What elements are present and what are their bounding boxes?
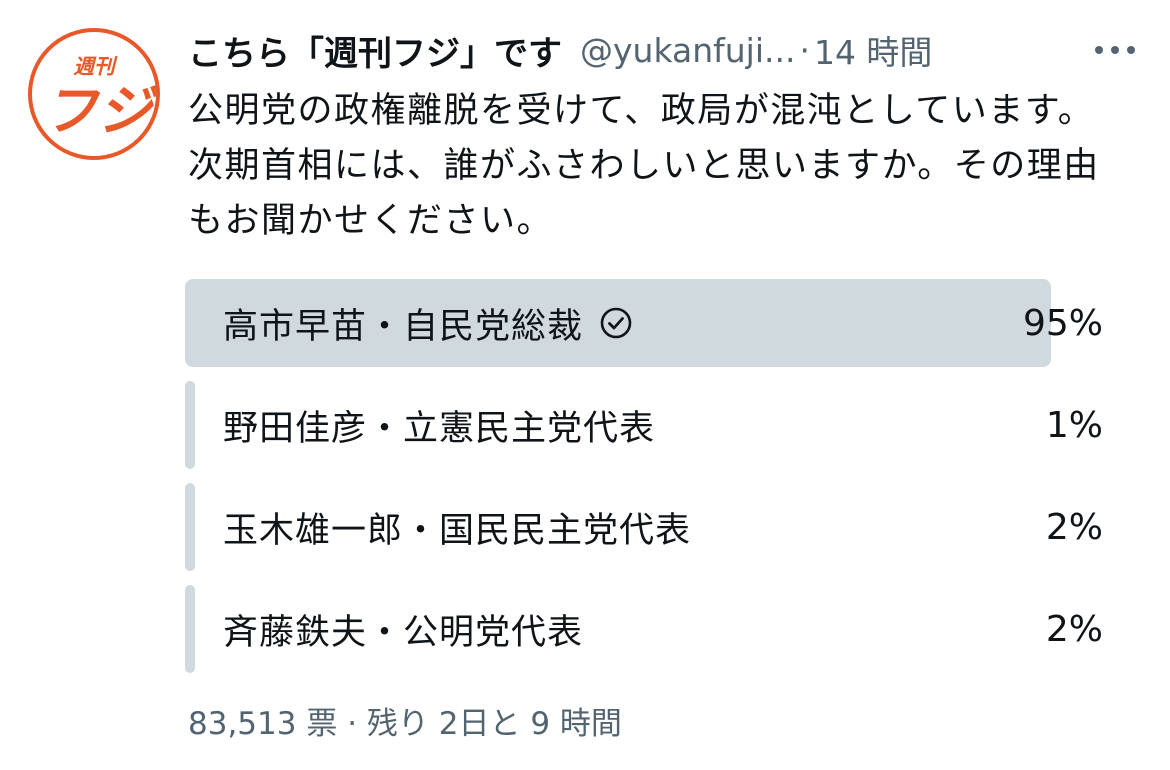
tweet-text: 公明党の政権離脱を受けて、政局が混沌としています。次期首相には、誰がふさわしいと…: [188, 91, 1100, 241]
logo-top-text: 週刊: [73, 54, 118, 78]
poll-time-remaining: 残り 2日と 9 時間: [366, 706, 622, 742]
poll-bar: [185, 585, 195, 673]
shukan-fuji-logo-icon: 週刊 フジ: [35, 35, 156, 153]
poll-option-percent: 2%: [1045, 506, 1103, 548]
poll: 高市早苗・自民党総裁 95% 野田佳彦・立憲民主党代表 1% 玉木雄一郎・国民民…: [185, 279, 1103, 687]
poll-option-percent: 1%: [1045, 404, 1103, 446]
separator-dot: ·: [799, 30, 810, 70]
poll-option-percent: 2%: [1045, 608, 1103, 650]
poll-option-label-wrap: 野田佳彦・立憲民主党代表: [223, 381, 655, 469]
poll-option[interactable]: 斉藤鉄夫・公明党代表 2%: [185, 585, 1103, 673]
poll-option-label-wrap: 斉藤鉄夫・公明党代表: [223, 585, 583, 673]
poll-option-label: 高市早苗・自民党総裁: [223, 306, 584, 347]
tweet-header: こちら「週刊フジ」です @yukanfuji... · 14 時間: [188, 22, 1148, 78]
more-horizontal-icon: [1095, 46, 1135, 54]
poll-bar: [185, 381, 195, 469]
display-name[interactable]: こちら「週刊フジ」です: [188, 26, 562, 75]
poll-option-label-wrap: 高市早苗・自民党総裁: [223, 279, 633, 367]
check-circle-icon: [600, 307, 632, 339]
poll-bar: [185, 483, 195, 571]
poll-footer: 83,513 票 · 残り 2日と 9 時間: [188, 698, 622, 743]
poll-option-percent: 95%: [1022, 302, 1103, 344]
more-button[interactable]: [1088, 28, 1142, 72]
timestamp[interactable]: 14 時間: [814, 26, 932, 74]
poll-option-label: 玉木雄一郎・国民民主党代表: [223, 510, 692, 551]
user-handle[interactable]: @yukanfuji...: [580, 31, 795, 70]
poll-option[interactable]: 野田佳彦・立憲民主党代表 1%: [185, 381, 1103, 469]
poll-option[interactable]: 玉木雄一郎・国民民主党代表 2%: [185, 483, 1103, 571]
poll-option-label-wrap: 玉木雄一郎・国民民主党代表: [223, 483, 691, 571]
poll-vote-count: 83,513 票: [188, 706, 338, 742]
logo-main-text: フジ: [43, 79, 156, 143]
separator-dot: ·: [347, 706, 358, 742]
poll-option-label: 斉藤鉄夫・公明党代表: [223, 612, 584, 653]
poll-option[interactable]: 高市早苗・自民党総裁 95%: [185, 279, 1103, 367]
poll-option-label: 野田佳彦・立憲民主党代表: [223, 408, 656, 449]
avatar[interactable]: 週刊 フジ: [28, 28, 160, 160]
